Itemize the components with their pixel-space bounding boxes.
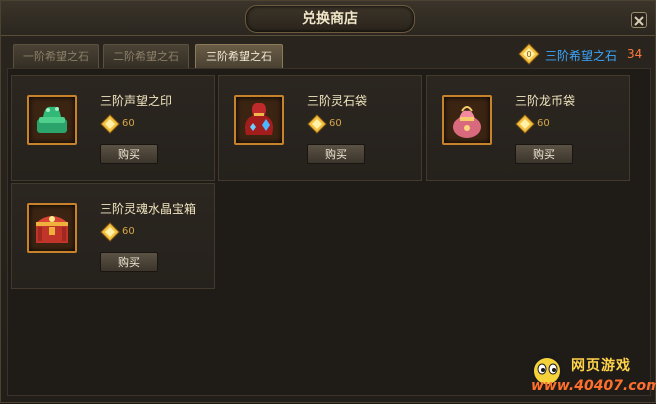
currency-count: 34 bbox=[627, 47, 643, 61]
watermark-title: 网页游戏 bbox=[571, 358, 631, 374]
site-watermark: 网页游戏 www.40407.com bbox=[517, 347, 656, 404]
close-icon bbox=[634, 16, 644, 26]
tab-tier1-stone[interactable]: 一阶希望之石 bbox=[13, 44, 99, 68]
pink-pouch-icon[interactable] bbox=[442, 95, 492, 145]
tab-tier3-stone[interactable]: 三阶希望之石 bbox=[195, 44, 283, 68]
green-seal-icon[interactable] bbox=[27, 95, 77, 145]
treasure-chest-icon[interactable] bbox=[27, 203, 77, 253]
svg-text:0: 0 bbox=[526, 50, 531, 59]
diamond-gem-icon bbox=[515, 114, 535, 134]
item-name: 三阶灵石袋 bbox=[307, 94, 368, 108]
price-value: 60 bbox=[122, 226, 135, 237]
item-price: 60 bbox=[307, 114, 377, 136]
item-price: 60 bbox=[100, 114, 170, 136]
diamond-gem-icon: 0 bbox=[518, 43, 540, 65]
price-value: 60 bbox=[329, 118, 342, 129]
shop-item-card: 三阶灵石袋 60 购买 bbox=[218, 75, 422, 181]
price-value: 60 bbox=[537, 118, 550, 129]
title-plate: 兑换商店 bbox=[245, 5, 415, 33]
item-name: 三阶声望之印 bbox=[100, 94, 173, 108]
red-bag-icon[interactable] bbox=[234, 95, 284, 145]
shop-item-card: 三阶声望之印 60 购买 bbox=[11, 75, 215, 181]
currency-name: 三阶希望之石 bbox=[545, 49, 618, 63]
tab-label: 三阶希望之石 bbox=[206, 50, 272, 63]
close-button[interactable] bbox=[631, 12, 647, 28]
watermark-url: www.40407.com bbox=[531, 378, 656, 394]
shop-item-card: 三阶灵魂水晶宝箱 60 购买 bbox=[11, 183, 215, 289]
tab-label: 二阶希望之石 bbox=[113, 50, 179, 63]
item-price: 60 bbox=[100, 222, 170, 244]
shop-item-card: 三阶龙币袋 60 购买 bbox=[426, 75, 630, 181]
window-title: 兑换商店 bbox=[302, 11, 358, 27]
buy-button[interactable]: 购买 bbox=[100, 252, 158, 272]
exchange-shop-window: 兑换商店 一阶希望之石 二阶希望之石 三阶希望之石 0 三阶希望之石 34 三阶… bbox=[0, 0, 656, 403]
tab-tier2-stone[interactable]: 二阶希望之石 bbox=[103, 44, 189, 68]
tab-label: 一阶希望之石 bbox=[23, 50, 89, 63]
diamond-gem-icon bbox=[100, 114, 120, 134]
buy-button[interactable]: 购买 bbox=[515, 144, 573, 164]
title-bar: 兑换商店 bbox=[1, 1, 655, 36]
item-name: 三阶灵魂水晶宝箱 bbox=[100, 202, 197, 216]
diamond-gem-icon bbox=[307, 114, 327, 134]
item-name: 三阶龙币袋 bbox=[515, 94, 576, 108]
price-value: 60 bbox=[122, 118, 135, 129]
buy-button[interactable]: 购买 bbox=[100, 144, 158, 164]
item-price: 60 bbox=[515, 114, 585, 136]
diamond-gem-icon bbox=[100, 222, 120, 242]
buy-button[interactable]: 购买 bbox=[307, 144, 365, 164]
